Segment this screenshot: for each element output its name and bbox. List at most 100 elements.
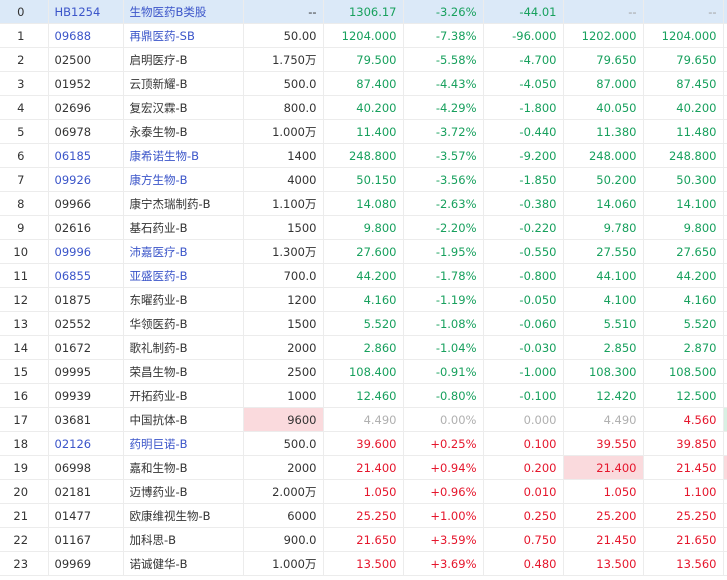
- truncated-column: [723, 287, 727, 312]
- table-row[interactable]: 1 09688 再鼎医药-SB 50.00 1204.000 -7.38% -96.000 1…: [0, 23, 727, 48]
- row-index: 14: [0, 335, 49, 360]
- row-index: 0: [0, 0, 49, 24]
- table-row[interactable]: 12 01875 东曜药业-B 1200 4.160 -1.19% -0.050 4.100 4…: [0, 287, 727, 312]
- ask-price: 9.800: [643, 215, 724, 240]
- table-row[interactable]: 17 03681 中国抗体-B 9600 4.490 0.00% 0.000 4.490 4.5…: [0, 407, 727, 432]
- change-amount: 0.250: [483, 503, 564, 528]
- ask-price: 14.100: [643, 191, 724, 216]
- volume: 500.0: [243, 431, 324, 456]
- change-percent: -7.38%: [403, 23, 484, 48]
- table-row[interactable]: 19 06998 嘉和生物-B 2000 21.400 +0.94% 0.200 21.400…: [0, 455, 727, 480]
- table-row[interactable]: 21 01477 欧康维视生物-B 6000 25.250 +1.00% 0.250 25.2…: [0, 503, 727, 528]
- ask-price: 21.450: [643, 455, 724, 480]
- change-amount: -0.100: [483, 383, 564, 408]
- bid-price: 25.200: [563, 503, 644, 528]
- ask-price: 12.500: [643, 383, 724, 408]
- ask-price: 1.100: [643, 479, 724, 504]
- stock-name: 再鼎医药-SB: [123, 23, 244, 48]
- volume: 9600: [243, 407, 324, 432]
- ask-price: 248.800: [643, 143, 724, 168]
- ask-price: 87.450: [643, 71, 724, 96]
- ask-price: 11.480: [643, 119, 724, 144]
- change-percent: -1.08%: [403, 311, 484, 336]
- change-percent: -3.56%: [403, 167, 484, 192]
- row-index: 2: [0, 47, 49, 72]
- change-percent: -1.04%: [403, 335, 484, 360]
- stock-name: 华领医药-B: [123, 311, 244, 336]
- stock-code: 03681: [48, 407, 124, 432]
- stock-name: 开拓药业-B: [123, 383, 244, 408]
- last-price: 4.160: [323, 287, 404, 312]
- table-row[interactable]: 13 02552 华领医药-B 1500 5.520 -1.08% -0.060 5.510 5…: [0, 311, 727, 336]
- change-amount: -96.000: [483, 23, 564, 48]
- stock-code: HB1254: [48, 0, 124, 24]
- bid-price: 108.300: [563, 359, 644, 384]
- volume: 1.750万: [243, 47, 324, 72]
- volume: 2000: [243, 455, 324, 480]
- table-row[interactable]: 3 01952 云顶新耀-B 500.0 87.400 -4.43% -4.050 87.00…: [0, 71, 727, 96]
- bid-price: 40.050: [563, 95, 644, 120]
- stock-code: 02616: [48, 215, 124, 240]
- stock-name: 云顶新耀-B: [123, 71, 244, 96]
- table-row[interactable]: 14 01672 歌礼制药-B 2000 2.860 -1.04% -0.030 2.850 2…: [0, 335, 727, 360]
- change-amount: -9.200: [483, 143, 564, 168]
- change-amount: -44.01: [483, 0, 564, 24]
- stock-name: 生物医药B类股: [123, 0, 244, 24]
- last-price: 9.800: [323, 215, 404, 240]
- stock-quote-table: 0 HB1254 生物医药B类股 -- 1306.17 -3.26% -44.01 -- -- 1…: [0, 0, 727, 576]
- truncated-column: [723, 23, 727, 48]
- table-row[interactable]: 7 09926 康方生物-B 4000 50.150 -3.56% -1.850 50.200…: [0, 167, 727, 192]
- bid-price: 50.200: [563, 167, 644, 192]
- table-row[interactable]: 11 06855 亚盛医药-B 700.0 44.200 -1.78% -0.800 44.1…: [0, 263, 727, 288]
- table-row[interactable]: 6 06185 康希诺生物-B 1400 248.800 -3.57% -9.200 248.…: [0, 143, 727, 168]
- volume: 1500: [243, 215, 324, 240]
- bid-price: 4.100: [563, 287, 644, 312]
- volume: 2000: [243, 335, 324, 360]
- last-price: 79.500: [323, 47, 404, 72]
- stock-code: 09995: [48, 359, 124, 384]
- volume: 50.00: [243, 23, 324, 48]
- table-row[interactable]: 18 02126 药明巨诺-B 500.0 39.600 +0.25% 0.100 39.55…: [0, 431, 727, 456]
- table-row[interactable]: 8 09966 康宁杰瑞制药-B 1.100万 14.080 -2.63% -0.380 14…: [0, 191, 727, 216]
- stock-code: 09688: [48, 23, 124, 48]
- table-row[interactable]: 2 02500 启明医疗-B 1.750万 79.500 -5.58% -4.700 79.6…: [0, 47, 727, 72]
- stock-name: 歌礼制药-B: [123, 335, 244, 360]
- volume: 2.000万: [243, 479, 324, 504]
- change-percent: -1.19%: [403, 287, 484, 312]
- volume: 1.300万: [243, 239, 324, 264]
- truncated-column: [723, 407, 727, 432]
- volume: 4000: [243, 167, 324, 192]
- change-percent: -5.58%: [403, 47, 484, 72]
- change-amount: 0.480: [483, 551, 564, 576]
- table-row[interactable]: 23 09969 诺诚健华-B 1.000万 13.500 +3.69% 0.480 13.5…: [0, 551, 727, 576]
- last-price: 40.200: [323, 95, 404, 120]
- stock-name: 基石药业-B: [123, 215, 244, 240]
- stock-code: 09966: [48, 191, 124, 216]
- change-amount: -4.700: [483, 47, 564, 72]
- stock-name: 中国抗体-B: [123, 407, 244, 432]
- last-price: 21.400: [323, 455, 404, 480]
- table-row[interactable]: 5 06978 永泰生物-B 1.000万 11.400 -3.72% -0.440 11.3…: [0, 119, 727, 144]
- stock-code: 06978: [48, 119, 124, 144]
- ask-price: 4.160: [643, 287, 724, 312]
- truncated-column: [723, 359, 727, 384]
- table-row[interactable]: 10 09996 沛嘉医疗-B 1.300万 27.600 -1.95% -0.550 27.…: [0, 239, 727, 264]
- stock-name: 启明医疗-B: [123, 47, 244, 72]
- table-row[interactable]: 0 HB1254 生物医药B类股 -- 1306.17 -3.26% -44.01 -- --: [0, 0, 727, 24]
- change-percent: -1.78%: [403, 263, 484, 288]
- truncated-column: [723, 335, 727, 360]
- table-row[interactable]: 16 09939 开拓药业-B 1000 12.460 -0.80% -0.100 12.42…: [0, 383, 727, 408]
- last-price: 44.200: [323, 263, 404, 288]
- change-amount: -1.000: [483, 359, 564, 384]
- truncated-column: [723, 143, 727, 168]
- stock-name: 沛嘉医疗-B: [123, 239, 244, 264]
- table-row[interactable]: 22 01167 加科思-B 900.0 21.650 +3.59% 0.750 21.450…: [0, 527, 727, 552]
- volume: 900.0: [243, 527, 324, 552]
- ask-price: 4.560: [643, 407, 724, 432]
- table-row[interactable]: 20 02181 迈博药业-B 2.000万 1.050 +0.96% 0.010 1.050…: [0, 479, 727, 504]
- truncated-column: [723, 503, 727, 528]
- table-row[interactable]: 15 09995 荣昌生物-B 2500 108.400 -0.91% -1.000 108.…: [0, 359, 727, 384]
- table-row[interactable]: 9 02616 基石药业-B 1500 9.800 -2.20% -0.220 9.780 9.…: [0, 215, 727, 240]
- table-row[interactable]: 4 02696 复宏汉霖-B 800.0 40.200 -4.29% -1.800 40.05…: [0, 95, 727, 120]
- ask-price: 1204.000: [643, 23, 724, 48]
